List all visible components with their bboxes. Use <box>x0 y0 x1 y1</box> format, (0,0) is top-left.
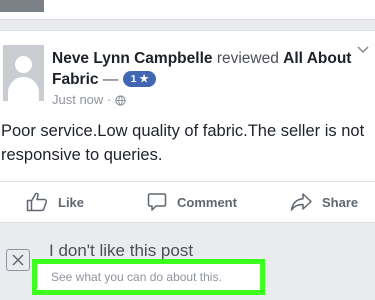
post-text: Poor service.Low quality of fabric.The s… <box>1 122 365 164</box>
comment-icon <box>147 193 167 211</box>
highlight-box: See what you can do about this. <box>32 259 265 295</box>
rating-badge: 1 ★ <box>122 71 156 87</box>
like-button[interactable]: Like <box>26 182 84 222</box>
close-icon <box>12 254 24 266</box>
thumbs-up-icon <box>26 192 48 212</box>
author-name[interactable]: Neve Lynn Campbelle <box>52 50 213 67</box>
avatar-body-silhouette <box>8 77 39 101</box>
chevron-down-icon[interactable] <box>356 45 370 55</box>
avatar[interactable] <box>3 45 44 101</box>
post-header: Neve Lynn Campbelle reviewed All About F… <box>52 48 352 90</box>
post-meta: Just now · <box>52 92 126 108</box>
timestamp[interactable]: Just now <box>52 92 103 107</box>
comment-button[interactable]: Comment <box>147 182 237 222</box>
comment-label: Comment <box>177 194 237 210</box>
like-label: Like <box>58 194 85 210</box>
hide-post-title: I don't like this post <box>49 241 194 260</box>
share-label: Share <box>322 194 359 210</box>
avatar-head-silhouette <box>15 56 32 73</box>
review-post: Neve Lynn Campbelle reviewed All About F… <box>0 30 375 223</box>
hide-post-subtitle: See what you can do about this. <box>51 270 222 284</box>
previous-post-image <box>0 0 44 12</box>
action-verb: reviewed <box>216 50 279 67</box>
meta-separator: · <box>106 92 112 107</box>
separator-dash: — <box>102 71 119 88</box>
action-bar: Like Comment Share <box>0 181 375 221</box>
previous-post-edge <box>0 0 375 20</box>
share-arrow-icon <box>290 193 312 211</box>
hide-post-close-box[interactable] <box>6 249 30 271</box>
hide-post-option[interactable]: I don't like this post See what you can … <box>0 224 375 300</box>
globe-icon <box>115 95 126 106</box>
share-button[interactable]: Share <box>290 182 358 222</box>
